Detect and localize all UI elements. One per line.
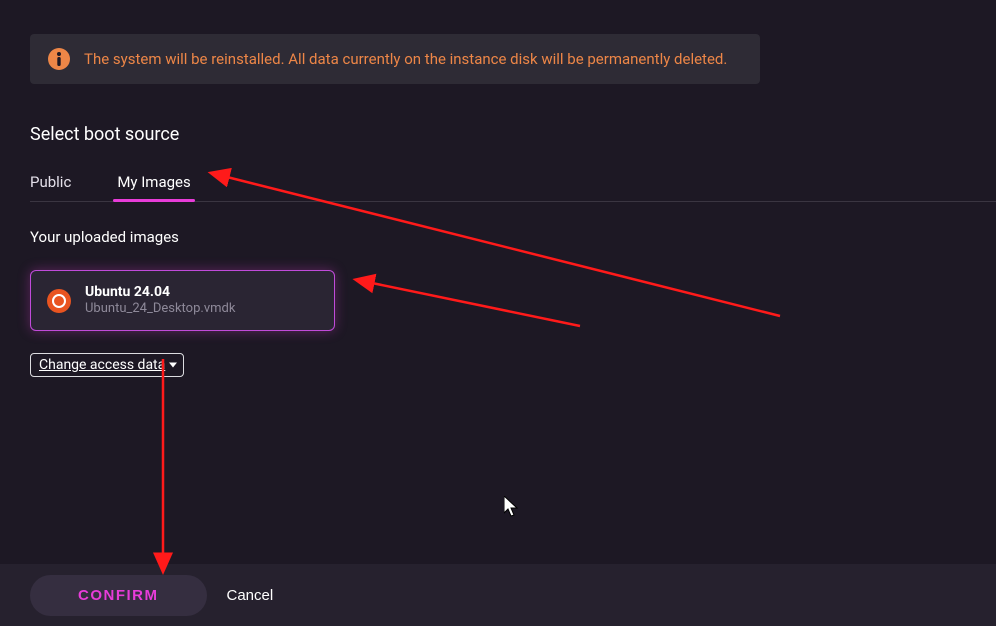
mouse-cursor-icon — [504, 496, 522, 518]
warning-banner: The system will be reinstalled. All data… — [30, 34, 760, 84]
cancel-button[interactable]: Cancel — [227, 587, 274, 604]
image-file: Ubuntu_24_Desktop.vmdk — [85, 301, 235, 318]
image-card-text: Ubuntu 24.04 Ubuntu_24_Desktop.vmdk — [85, 283, 235, 318]
confirm-button[interactable]: CONFIRM — [30, 575, 207, 616]
tab-my-images[interactable]: My Images — [117, 173, 190, 201]
access-select-label: Change access data — [39, 357, 165, 373]
footer-actions: CONFIRM Cancel — [0, 564, 996, 626]
warning-icon — [48, 48, 70, 70]
uploaded-images-title: Your uploaded images — [30, 228, 966, 246]
section-title: Select boot source — [30, 124, 966, 145]
boot-source-tabs: Public My Images — [30, 173, 996, 202]
image-card-ubuntu[interactable]: Ubuntu 24.04 Ubuntu_24_Desktop.vmdk — [30, 270, 335, 331]
tab-public[interactable]: Public — [30, 173, 71, 201]
ubuntu-icon — [47, 289, 71, 313]
warning-text: The system will be reinstalled. All data… — [84, 50, 727, 68]
image-name: Ubuntu 24.04 — [85, 283, 235, 301]
change-access-data-select[interactable]: Change access data — [30, 353, 184, 377]
